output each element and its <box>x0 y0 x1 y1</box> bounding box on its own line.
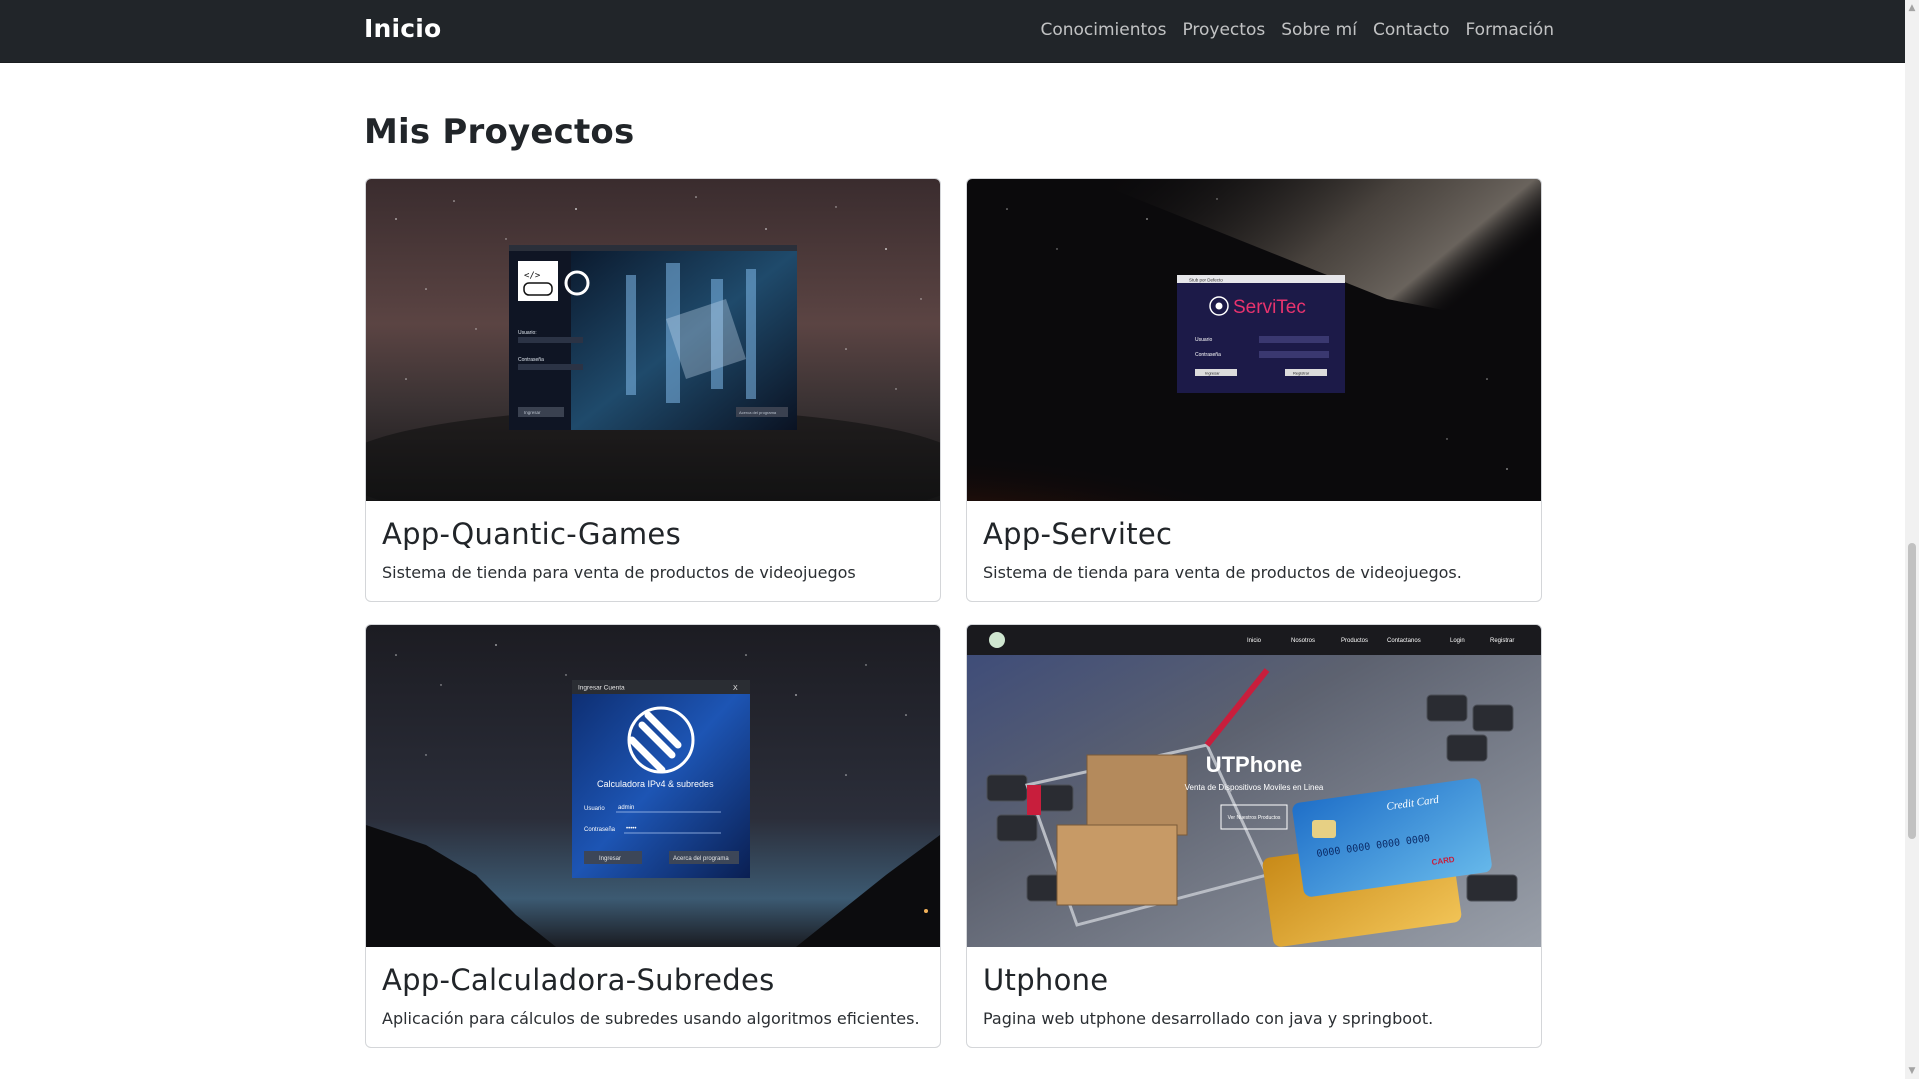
project-image-calculadora-subredes: Ingresar Cuenta X Calculadora IPv4 & sub… <box>366 625 940 947</box>
svg-text:Contraseña: Contraseña <box>1195 352 1221 358</box>
nav-link-formacion[interactable]: Formación <box>1466 20 1555 40</box>
card-description: Sistema de tienda para venta de producto… <box>983 563 1462 582</box>
nav-links: Conocimientos Proyectos Sobre mí Contact… <box>1040 20 1554 40</box>
card-title: Utphone <box>983 963 1109 997</box>
card-title: App-Servitec <box>983 517 1173 551</box>
servitec-login-screenshot: Stub por Defecto ServiTec Usuario Contra… <box>1177 275 1345 393</box>
svg-text:Calculadora IPv4 & subredes: Calculadora IPv4 & subredes <box>597 779 714 789</box>
project-image-quantic-games: </> Usuario: Contraseña Ingresar Acerca … <box>366 179 940 501</box>
svg-text:Contraseña: Contraseña <box>584 827 616 833</box>
svg-text:Ingresar Cuenta: Ingresar Cuenta <box>578 685 625 692</box>
nav-link-contacto[interactable]: Contacto <box>1373 20 1450 40</box>
calculadora-login-screenshot: Ingresar Cuenta X Calculadora IPv4 & sub… <box>572 680 750 878</box>
scroll-up-icon[interactable]: ▲ <box>1905 0 1919 16</box>
project-card-utphone[interactable]: Inicio Nosotros Productos Contactanos Lo… <box>966 624 1542 1048</box>
svg-text:admin: admin <box>618 805 634 811</box>
card-description: Sistema de tienda para venta de producto… <box>382 563 856 582</box>
card-body: Utphone Pagina web utphone desarrollado … <box>967 947 1541 1047</box>
nav-link-conocimientos[interactable]: Conocimientos <box>1040 20 1166 40</box>
svg-text:Usuario:: Usuario: <box>518 330 537 336</box>
svg-text:UTPhone: UTPhone <box>1206 752 1303 777</box>
quantic-login-screenshot: </> Usuario: Contraseña Ingresar Acerca … <box>509 245 797 430</box>
svg-text:Ingresar: Ingresar <box>599 856 621 862</box>
svg-text:Contraseña: Contraseña <box>518 357 544 363</box>
card-title: App-Calculadora-Subredes <box>382 963 775 997</box>
svg-text:Ingresar: Ingresar <box>524 410 541 415</box>
page-scrollbar[interactable]: ▲ ▼ <box>1905 0 1919 1079</box>
nav-link-proyectos[interactable]: Proyectos <box>1182 20 1265 40</box>
svg-text:Productos: Productos <box>1341 638 1368 644</box>
svg-text:Ingresar: Ingresar <box>1205 371 1220 376</box>
svg-text:Registrar: Registrar <box>1293 371 1310 376</box>
card-body: App-Quantic-Games Sistema de tienda para… <box>366 501 940 601</box>
svg-text:Acerca del programa: Acerca del programa <box>739 410 777 415</box>
svg-text:Contactanos: Contactanos <box>1387 638 1421 644</box>
svg-text:Stub por Defecto: Stub por Defecto <box>1189 278 1223 283</box>
project-card-servitec[interactable]: Stub por Defecto ServiTec Usuario Contra… <box>966 178 1542 602</box>
project-image-servitec: Stub por Defecto ServiTec Usuario Contra… <box>967 179 1541 501</box>
svg-text:Nosotros: Nosotros <box>1291 638 1315 644</box>
svg-text:Ver Nuestros Productos: Ver Nuestros Productos <box>1228 815 1281 821</box>
project-image-utphone: Inicio Nosotros Productos Contactanos Lo… <box>967 625 1541 947</box>
section-title: Mis Proyectos <box>364 112 635 152</box>
scroll-down-icon[interactable]: ▼ <box>1905 1063 1919 1079</box>
svg-text:X: X <box>733 685 738 692</box>
svg-text:Usuario: Usuario <box>584 806 605 812</box>
card-title: App-Quantic-Games <box>382 517 681 551</box>
svg-text:Login: Login <box>1450 638 1465 644</box>
project-card-quantic-games[interactable]: </> Usuario: Contraseña Ingresar Acerca … <box>365 178 941 602</box>
nav-link-sobre-mi[interactable]: Sobre mí <box>1281 20 1357 40</box>
project-card-calculadora-subredes[interactable]: Ingresar Cuenta X Calculadora IPv4 & sub… <box>365 624 941 1048</box>
svg-text:Venta de Dispositivos Moviles: Venta de Dispositivos Moviles en Linea <box>1185 783 1324 792</box>
scroll-thumb[interactable] <box>1908 543 1916 839</box>
top-navbar: Inicio Conocimientos Proyectos Sobre mí … <box>0 0 1905 63</box>
card-body: App-Calculadora-Subredes Aplicación para… <box>366 947 940 1047</box>
svg-text:Usuario: Usuario <box>1195 337 1212 343</box>
card-description: Pagina web utphone desarrollado con java… <box>983 1009 1434 1028</box>
svg-text:Registrar: Registrar <box>1490 638 1514 644</box>
svg-text:Acerca del programa: Acerca del programa <box>673 856 729 862</box>
card-body: App-Servitec Sistema de tienda para vent… <box>967 501 1541 601</box>
svg-text:ServiTec: ServiTec <box>1233 297 1306 318</box>
brand-link[interactable]: Inicio <box>364 14 441 43</box>
svg-text:</>: </> <box>524 271 541 281</box>
svg-text:•••••: ••••• <box>626 826 637 832</box>
card-description: Aplicación para cálculos de subredes usa… <box>382 1009 920 1028</box>
svg-text:Inicio: Inicio <box>1247 638 1262 644</box>
